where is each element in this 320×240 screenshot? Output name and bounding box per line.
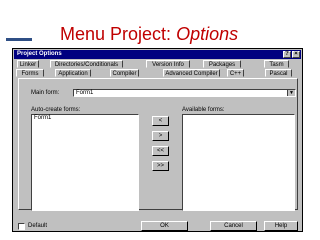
default-checkbox[interactable]: [18, 223, 25, 230]
main-form-label: Main form:: [31, 90, 60, 96]
slide-title-emphasis: Options: [176, 24, 239, 44]
slide-decoration-bar: [6, 38, 32, 41]
tab-tasm[interactable]: Tasm: [264, 60, 289, 68]
move-right-button[interactable]: >: [152, 131, 169, 141]
chevron-down-icon[interactable]: ▼: [287, 90, 295, 96]
available-forms-label: Available forms:: [182, 107, 225, 113]
help-title-button[interactable]: ?: [283, 51, 291, 58]
tab-directories-conditionals[interactable]: Directories/Conditionals: [50, 60, 123, 68]
auto-create-forms-label: Auto-create forms:: [31, 107, 81, 113]
move-left-button[interactable]: <: [152, 116, 169, 126]
slide-title: Menu Project: Options: [60, 20, 310, 48]
tab-packages[interactable]: Packages: [203, 60, 241, 68]
main-form-combobox[interactable]: Form1 ▼: [73, 89, 296, 97]
tab-pascal[interactable]: Pascal: [265, 69, 292, 77]
close-title-button[interactable]: ×: [292, 51, 300, 58]
list-item[interactable]: Form1: [32, 115, 138, 122]
move-all-right-button[interactable]: >>: [152, 161, 169, 171]
cancel-button[interactable]: Cancel: [210, 221, 257, 231]
help-button[interactable]: Help: [264, 221, 298, 231]
tab-cpp[interactable]: C++: [227, 69, 244, 77]
default-checkbox-label: Default: [28, 223, 48, 229]
tab-advanced-compiler[interactable]: Advanced Compiler: [163, 69, 220, 77]
tab-version-info[interactable]: Version Info: [146, 60, 190, 68]
auto-create-forms-list[interactable]: Form1: [31, 114, 139, 211]
tab-compiler[interactable]: Compiler: [110, 69, 139, 77]
tab-linker[interactable]: Linker: [17, 60, 39, 68]
tab-forms[interactable]: Forms: [16, 69, 44, 77]
ok-button[interactable]: OK: [141, 221, 188, 231]
main-form-value: Form1: [76, 90, 94, 96]
dialog-titlebar: Project Options ? ×: [14, 50, 301, 59]
tab-application[interactable]: Application: [55, 69, 91, 77]
dialog-title: Project Options: [17, 51, 62, 57]
available-forms-list[interactable]: [182, 114, 295, 211]
forms-tab-panel: Main form: Form1 ▼ Auto-create forms: Fo…: [18, 78, 298, 211]
project-options-dialog: Project Options ? × Linker Directories/C…: [12, 48, 303, 232]
slide-title-prefix: Menu Project:: [60, 24, 177, 44]
move-all-left-button[interactable]: <<: [152, 146, 169, 156]
